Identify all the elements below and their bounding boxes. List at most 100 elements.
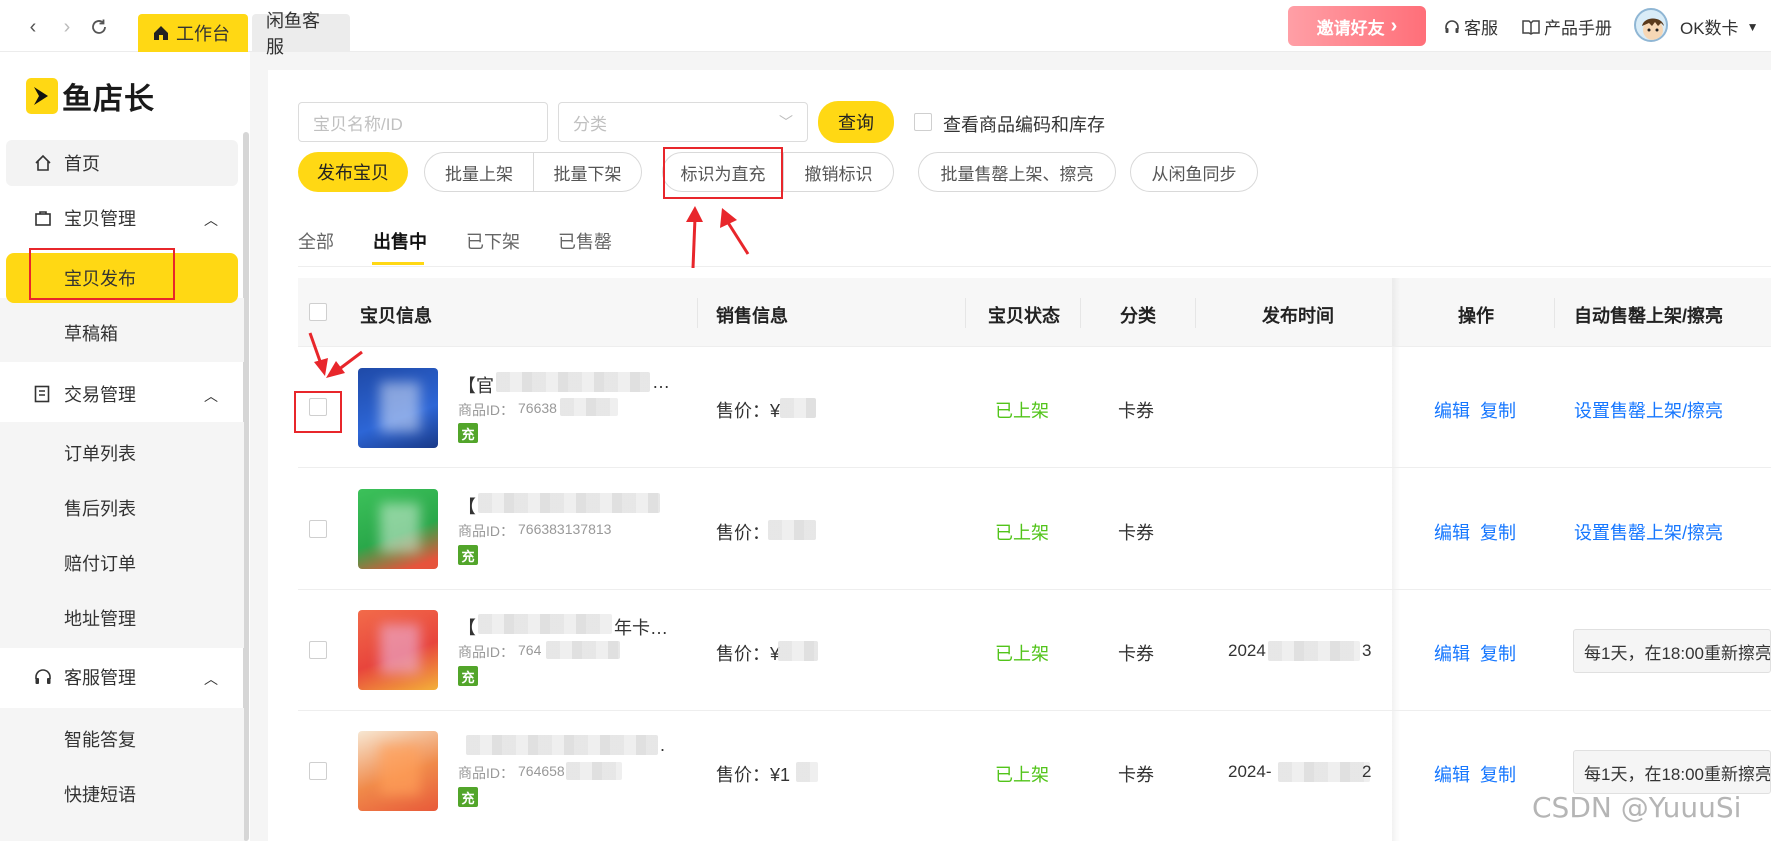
- sidebar-group-goods[interactable]: 宝贝管理 ︿: [6, 195, 238, 241]
- sidebar-item-address[interactable]: 地址管理: [6, 595, 238, 641]
- sidebar-item-orders[interactable]: 订单列表: [6, 430, 238, 476]
- refresh-icon[interactable]: [88, 16, 110, 38]
- item-title-tail: .: [660, 735, 666, 755]
- row-divider: [298, 589, 1771, 590]
- item-thumbnail[interactable]: [358, 731, 438, 811]
- redacted-block: [478, 493, 660, 513]
- chevron-up-icon: ︿: [204, 212, 218, 228]
- tabs-divider: [298, 266, 1771, 267]
- redacted-block: [780, 398, 816, 418]
- copy-link[interactable]: 复制: [1480, 640, 1516, 666]
- item-id: 766383137813: [518, 521, 612, 537]
- row-checkbox[interactable]: [309, 641, 327, 659]
- sidebar-item-home-label: 首页: [64, 154, 100, 174]
- tab-on-sale[interactable]: 出售中: [373, 228, 427, 254]
- item-title-tail: 年卡…: [614, 618, 668, 638]
- user-menu[interactable]: OK数卡 ▼: [1680, 14, 1758, 39]
- sync-from-xianyu-button[interactable]: 从闲鱼同步: [1130, 152, 1258, 192]
- select-all-checkbox[interactable]: [309, 303, 327, 321]
- direct-recharge-badge: 充: [458, 787, 478, 807]
- service-link[interactable]: 客服: [1444, 14, 1498, 39]
- col-item-status: 宝贝状态: [988, 306, 1060, 326]
- headset-icon: [1445, 19, 1459, 33]
- invite-friends-button[interactable]: 邀请好友 ›: [1288, 6, 1426, 46]
- item-id-label: 商品ID：: [458, 402, 514, 418]
- redacted-block: [778, 641, 818, 661]
- show-code-label: 查看商品编码和库存: [943, 115, 1105, 135]
- service-label: 客服: [1464, 19, 1498, 38]
- edit-link[interactable]: 编辑: [1434, 640, 1470, 666]
- set-auto-relist-link[interactable]: 设置售罄上架/擦亮: [1574, 397, 1723, 423]
- redacted-block: [496, 372, 650, 392]
- app-logo: 鱼店长: [26, 74, 155, 118]
- col-publish-time: 发布时间: [1262, 306, 1334, 326]
- item-title[interactable]: 【: [458, 614, 476, 640]
- column-divider: [697, 298, 698, 328]
- auto-relist-setting[interactable]: 每1天，在18:00重新擦亮: [1573, 629, 1771, 673]
- copy-link[interactable]: 复制: [1480, 519, 1516, 545]
- sidebar-item-smart-reply-label: 智能答复: [64, 730, 136, 750]
- sidebar-item-quick-phrases[interactable]: 快捷短语: [6, 771, 238, 817]
- column-divider: [1195, 298, 1196, 328]
- logo-text: 鱼店长: [62, 83, 155, 116]
- publish-time: 2024: [1228, 641, 1266, 660]
- sidebar-group-trade[interactable]: 交易管理 ︿: [6, 371, 238, 417]
- category-placeholder: 分类: [573, 114, 607, 134]
- batch-soldout-relist-button[interactable]: 批量售罄上架、擦亮: [918, 152, 1116, 192]
- tab-workbench[interactable]: 工作台: [138, 14, 248, 52]
- auto-relist-setting[interactable]: 每1天，在18:00重新擦亮: [1573, 750, 1771, 794]
- row-checkbox[interactable]: [309, 762, 327, 780]
- edit-link[interactable]: 编辑: [1434, 761, 1470, 787]
- chevron-up-icon: ︿: [204, 388, 218, 404]
- item-title[interactable]: 【: [458, 493, 476, 519]
- tab-off-shelf[interactable]: 已下架: [466, 228, 520, 254]
- cancel-mark-button[interactable]: 撤销标识: [783, 153, 893, 191]
- item-thumbnail[interactable]: [358, 368, 438, 448]
- item-name-search-input[interactable]: 宝贝名称/ID: [298, 102, 548, 142]
- book-icon: [1522, 19, 1540, 35]
- item-title[interactable]: 【官: [458, 372, 494, 398]
- caret-down-icon: ▼: [1746, 19, 1759, 34]
- item-id-label: 商品ID：: [458, 644, 514, 660]
- sidebar-item-aftersales[interactable]: 售后列表: [6, 485, 238, 531]
- item-thumbnail[interactable]: [358, 610, 438, 690]
- edit-link[interactable]: 编辑: [1434, 397, 1470, 423]
- active-tab-underline: [372, 262, 424, 265]
- manual-link[interactable]: 产品手册: [1522, 14, 1612, 39]
- copy-link[interactable]: 复制: [1480, 397, 1516, 423]
- redacted-block: [478, 614, 612, 634]
- item-id-label: 商品ID：: [458, 523, 514, 539]
- sidebar-item-compensation[interactable]: 赔付订单: [6, 540, 238, 586]
- publish-item-button[interactable]: 发布宝贝: [298, 152, 408, 192]
- item-id: 764: [518, 642, 542, 658]
- batch-off-shelf-button[interactable]: 批量下架: [533, 153, 641, 191]
- sidebar-item-home[interactable]: 首页: [6, 140, 238, 186]
- publish-time: 2024-: [1228, 762, 1272, 781]
- back-icon[interactable]: ‹: [22, 16, 44, 38]
- redacted-block: [546, 641, 620, 659]
- copy-link[interactable]: 复制: [1480, 761, 1516, 787]
- redacted-block: [566, 762, 622, 780]
- tab-xianyu-service-label: 闲鱼客服: [266, 11, 320, 57]
- item-thumbnail[interactable]: [358, 489, 438, 569]
- edit-link[interactable]: 编辑: [1434, 519, 1470, 545]
- item-price: 售价：: [716, 523, 770, 543]
- show-code-checkbox[interactable]: [914, 113, 932, 131]
- tab-sold-out[interactable]: 已售罄: [558, 228, 612, 254]
- category-select[interactable]: 分类 ﹀: [558, 102, 808, 142]
- avatar[interactable]: [1634, 8, 1668, 42]
- item-category: 卡券: [1118, 644, 1154, 664]
- tab-xianyu-service[interactable]: 闲鱼客服: [252, 11, 350, 57]
- tab-all[interactable]: 全部: [298, 228, 334, 254]
- batch-on-shelf-button[interactable]: 批量上架: [425, 153, 533, 191]
- sidebar-item-drafts[interactable]: 草稿箱: [6, 310, 238, 356]
- chevron-down-icon: ﹀: [779, 114, 793, 130]
- row-checkbox[interactable]: [309, 520, 327, 538]
- publish-time-tail: 3: [1362, 641, 1372, 660]
- sidebar-group-service[interactable]: 客服管理 ︿: [6, 654, 238, 700]
- logo-mark-icon: [26, 78, 58, 114]
- query-button[interactable]: 查询: [818, 101, 894, 143]
- sidebar-item-smart-reply[interactable]: 智能答复: [6, 716, 238, 762]
- forward-icon[interactable]: ›: [56, 16, 78, 38]
- set-auto-relist-link[interactable]: 设置售罄上架/擦亮: [1574, 519, 1723, 545]
